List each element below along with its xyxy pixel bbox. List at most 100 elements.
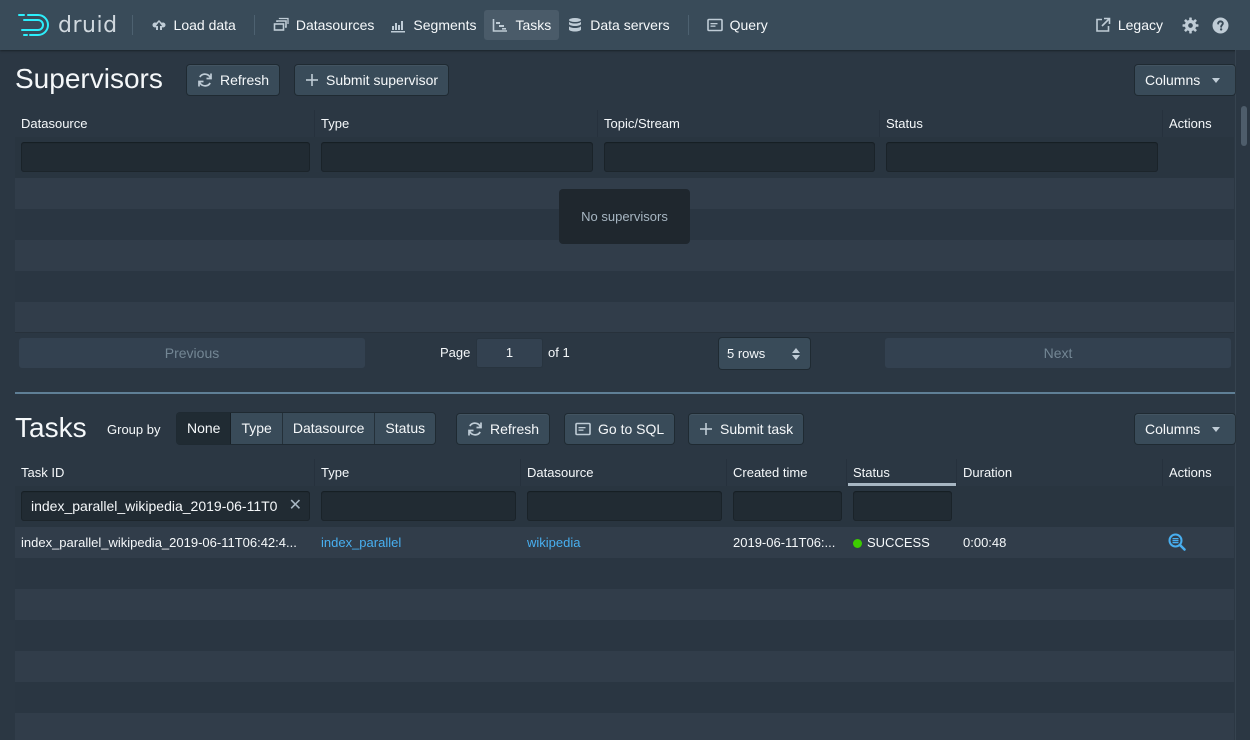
column-header-type[interactable]: Type — [315, 459, 521, 487]
filter-task-id-value: index_parallel_wikipedia_2019-06-11T0 — [31, 498, 278, 514]
cell-type-link[interactable]: index_parallel — [315, 527, 521, 558]
brand-name: druid — [58, 12, 118, 38]
page-scrollbar[interactable] — [1235, 50, 1250, 740]
multi-select-icon — [273, 17, 289, 33]
application-icon — [575, 421, 591, 437]
application-icon — [706, 17, 723, 33]
nav-tasks-label: Tasks — [515, 17, 552, 33]
group-by-none[interactable]: None — [177, 413, 232, 444]
table-row-empty — [15, 713, 1234, 740]
group-by-status[interactable]: Status — [375, 413, 436, 444]
page-number-input[interactable]: 1 — [476, 338, 543, 368]
cloud-upload-icon — [151, 17, 167, 33]
nav-data-servers[interactable]: Data servers — [559, 10, 677, 40]
caret-down-icon — [1212, 77, 1221, 83]
tasks-columns-button[interactable]: Columns — [1135, 414, 1235, 444]
caret-down-icon — [1212, 426, 1221, 432]
filter-datasource-input[interactable] — [527, 491, 722, 521]
filter-datasource-input[interactable] — [21, 142, 310, 172]
nav-legacy[interactable]: Legacy — [1087, 10, 1171, 40]
column-header-task-id[interactable]: Task ID — [15, 459, 315, 487]
page-total: of 1 — [548, 345, 570, 360]
clear-filter-icon[interactable]: ✕ — [289, 491, 302, 521]
help-button[interactable] — [1205, 10, 1235, 40]
table-row-empty — [15, 682, 1234, 713]
filter-topic-stream-input[interactable] — [604, 142, 875, 172]
plus-icon — [305, 73, 319, 87]
table-row-empty — [15, 589, 1234, 620]
column-header-created-time[interactable]: Created time — [727, 459, 847, 487]
supervisors-refresh-label: Refresh — [220, 72, 270, 88]
refresh-icon — [197, 72, 213, 88]
group-by-button-group: None Type Datasource Status — [177, 413, 436, 444]
filter-type-input[interactable] — [321, 491, 516, 521]
next-page-button[interactable]: Next — [885, 338, 1231, 368]
nav-divider — [253, 15, 255, 35]
cell-actions — [1163, 527, 1234, 558]
filter-created-time-input[interactable] — [733, 491, 842, 521]
rows-per-page-select[interactable]: 5 rows — [719, 338, 810, 369]
no-supervisors-message: No supervisors — [559, 189, 690, 244]
group-by-type[interactable]: Type — [231, 413, 283, 444]
search-template-icon[interactable] — [1168, 533, 1186, 551]
cell-duration: 0:00:48 — [963, 535, 1007, 550]
go-to-sql-label: Go to SQL — [598, 421, 665, 437]
status-text: SUCCESS — [867, 535, 930, 550]
submit-task-button[interactable]: Submit task — [689, 414, 804, 444]
tasks-columns-label: Columns — [1145, 421, 1201, 437]
supervisors-columns-button[interactable]: Columns — [1135, 65, 1235, 95]
filter-status-input[interactable] — [886, 142, 1158, 172]
nav-data-servers-label: Data servers — [590, 17, 670, 33]
help-icon — [1212, 17, 1228, 33]
nav-load-data[interactable]: Load data — [143, 10, 244, 40]
column-header-topic-stream[interactable]: Topic/Stream — [598, 110, 880, 138]
column-header-type[interactable]: Type — [315, 110, 598, 138]
supervisors-filter-row — [15, 137, 1234, 178]
status-dot-icon — [853, 539, 862, 548]
submit-supervisor-button[interactable]: Submit supervisor — [295, 65, 449, 95]
submit-task-label: Submit task — [720, 421, 794, 437]
tasks-filter-row: index_parallel_wikipedia_2019-06-11T0 ✕ — [15, 486, 1234, 527]
previous-page-button[interactable]: Previous — [19, 338, 365, 368]
page-scroll-thumb[interactable] — [1241, 106, 1247, 146]
table-row-empty — [15, 620, 1234, 651]
database-icon — [567, 17, 583, 33]
supervisors-columns-label: Columns — [1145, 72, 1201, 88]
supervisors-refresh-button[interactable]: Refresh — [187, 65, 280, 95]
supervisors-pagination: Previous Page 1 of 1 5 rows Next — [15, 333, 1234, 378]
cell-datasource-link[interactable]: wikipedia — [521, 527, 727, 558]
group-by-label: Group by — [107, 422, 161, 437]
rows-per-page-value: 5 rows — [727, 346, 766, 361]
gear-icon — [1182, 17, 1198, 33]
filter-status-input[interactable] — [853, 491, 952, 521]
nav-tasks[interactable]: Tasks — [484, 10, 560, 40]
group-by-datasource[interactable]: Datasource — [282, 413, 376, 444]
tasks-refresh-button[interactable]: Refresh — [457, 414, 550, 444]
section-divider — [15, 392, 1235, 394]
nav-datasources[interactable]: Datasources — [265, 10, 383, 40]
plus-icon — [699, 422, 713, 436]
druid-logo[interactable]: druid — [18, 0, 118, 50]
column-header-duration[interactable]: Duration — [957, 459, 1163, 487]
go-to-sql-button[interactable]: Go to SQL — [565, 414, 675, 444]
table-row-empty — [15, 302, 1234, 333]
column-header-datasource[interactable]: Datasource — [521, 459, 727, 487]
tasks-table-header: Task ID Type Datasource Created time Sta… — [15, 459, 1234, 487]
nav-query-label: Query — [729, 17, 768, 33]
filter-type-input[interactable] — [321, 142, 593, 172]
page-label: Page — [440, 345, 471, 360]
nav-divider — [131, 15, 133, 35]
table-row-empty — [15, 558, 1234, 589]
nav-query[interactable]: Query — [699, 10, 776, 40]
tasks-table: Task ID Type Datasource Created time Sta… — [15, 459, 1234, 740]
column-header-datasource[interactable]: Datasource — [15, 110, 315, 138]
column-header-status[interactable]: Status — [880, 110, 1163, 138]
nav-segments[interactable]: Segments — [382, 10, 484, 40]
table-row-empty — [15, 240, 1234, 271]
supervisors-title: Supervisors — [15, 63, 163, 94]
stacked-chart-icon — [390, 17, 406, 33]
refresh-icon — [467, 421, 483, 437]
column-header-actions: Actions — [1169, 116, 1212, 131]
filter-task-id-input[interactable]: index_parallel_wikipedia_2019-06-11T0 ✕ — [21, 491, 310, 521]
settings-button[interactable] — [1175, 10, 1205, 40]
